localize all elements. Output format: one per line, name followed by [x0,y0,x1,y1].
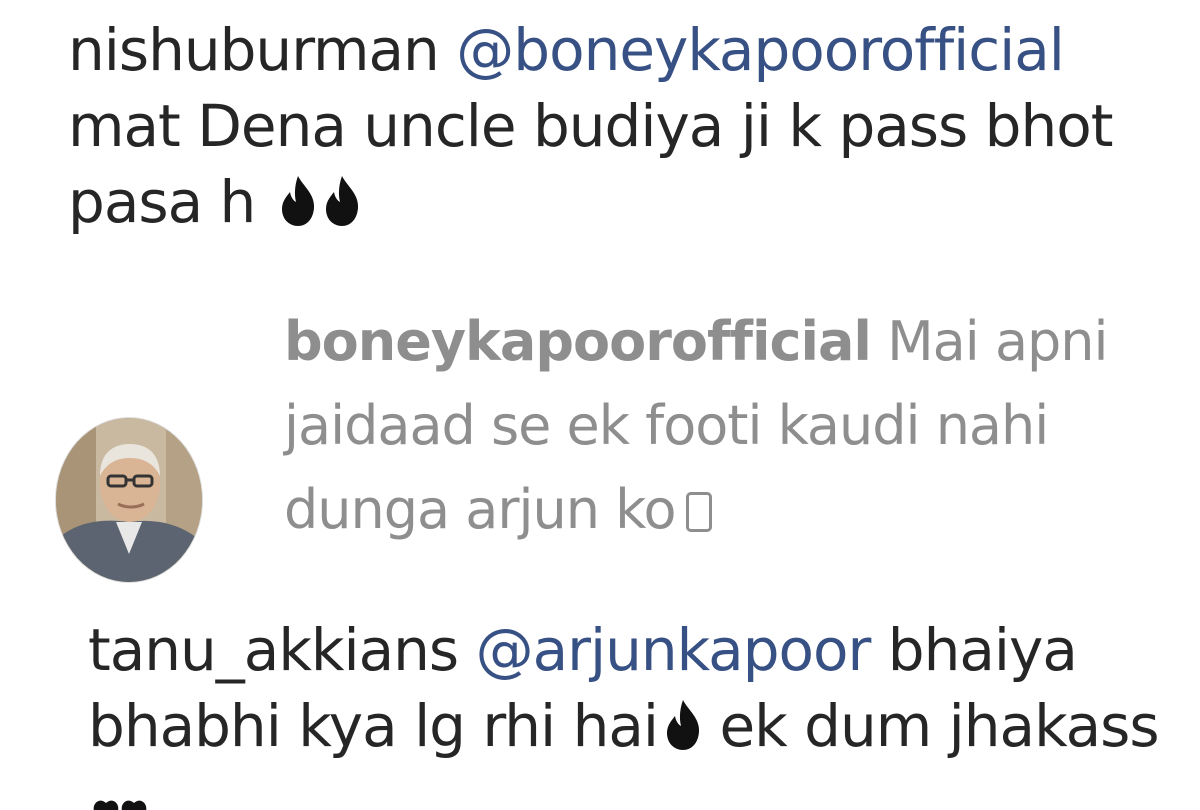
mention-link[interactable]: @boneykapoorofficial [456,16,1065,84]
reply-boneykapoorofficial: boneykapoorofficial Mai apni jaidaad se … [284,300,1109,552]
heart-eyes-emoji-icon [90,796,150,810]
mention-link[interactable]: @arjunkapoor [476,616,872,684]
comment-line: nishuburman @boneykapoorofficial [68,12,1112,88]
comment-line: pasa h [68,164,1112,240]
comment-line: tanu_akkians @arjunkapoor bhaiya [88,612,1159,688]
avatar-photo-icon [56,418,202,582]
comment-text: bhabhi kya lg rhi hai [88,692,659,760]
comment-nishuburman: nishuburman @boneykapoorofficial mat Den… [68,12,1113,240]
comment-text: dunga arjun ko [284,478,677,541]
comment-line: bhabhi kya lg rhi hai ek dum jhakass [88,688,1160,764]
comment-text: ek dum jhakass [719,692,1159,760]
fire-emoji-icon [323,174,361,228]
comment-text: jaidaad se ek footi kaudi nahi [284,394,1049,457]
comment-username[interactable]: boneykapoorofficial [284,310,872,373]
missing-glyph-box-icon [685,492,712,532]
fire-emoji-icon [279,174,317,228]
comment-username[interactable]: nishuburman [68,16,440,84]
comment-text: bhaiya [887,616,1078,684]
comment-text: mat Dena uncle budiya ji k pass bhot [68,92,1113,160]
comment-text: pasa h [68,168,256,236]
comment-username[interactable]: tanu_akkians [88,616,459,684]
comment-tanu-akkians: tanu_akkians @arjunkapoor bhaiya bhabhi … [88,612,1160,764]
fire-emoji-icon [664,698,702,752]
avatar[interactable] [56,418,202,582]
comment-line: dunga arjun ko [284,468,1108,552]
comment-text: Mai apni [887,310,1108,373]
comment-line: boneykapoorofficial Mai apni [284,300,1109,384]
